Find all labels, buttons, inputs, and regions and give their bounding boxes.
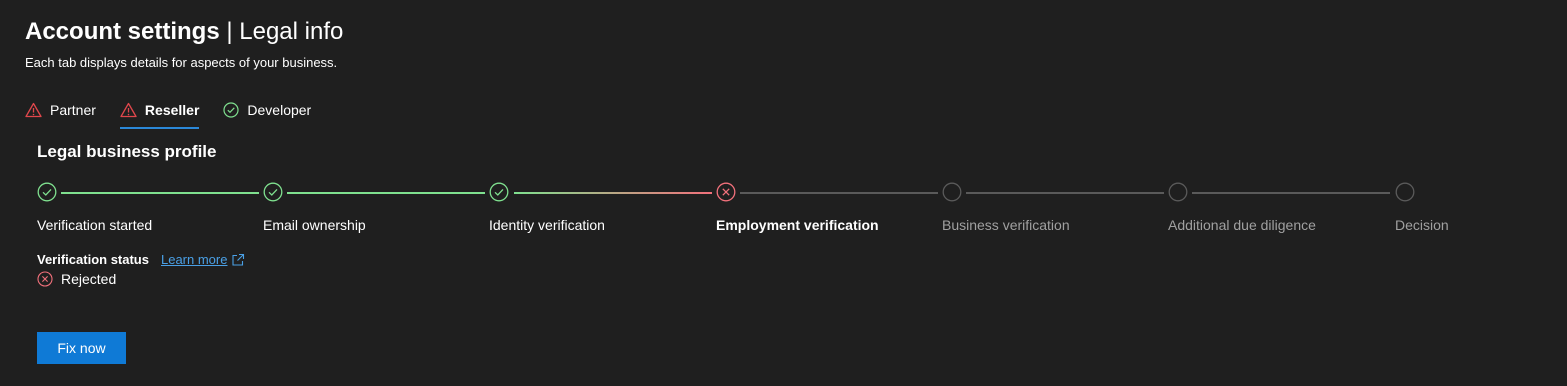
learn-more-text: Learn more [160,252,228,267]
verification-status: Verification status Learn more Rejected [37,252,245,287]
check-circle-icon [37,182,57,202]
verification-status-header: Verification status Learn more [37,252,245,267]
step-connector [287,192,485,194]
tab-developer[interactable]: Developer [223,96,311,124]
verification-status-value: Rejected [37,271,245,287]
page-title-separator: | [219,18,240,45]
step-employment-verification: Employment verification [716,182,879,233]
page-title: Account settings | Legal info [25,16,343,48]
warning-icon [25,102,42,118]
step-label: Decision [1395,217,1449,233]
step-label: Email ownership [263,217,366,233]
page-title-section: Legal info [239,18,344,45]
tab-label: Reseller [144,102,200,118]
step-additional-due-diligence: Additional due diligence [1168,182,1316,233]
error-circle-icon [37,271,53,287]
step-email-ownership: Email ownership [263,182,366,233]
page-subtitle: Each tab displays details for aspects of… [25,55,338,70]
empty-circle-icon [1395,182,1415,202]
legal-business-profile-title: Legal business profile [37,142,217,161]
step-label: Additional due diligence [1168,217,1316,233]
fix-now-button[interactable]: Fix now [37,332,126,364]
step-label: Business verification [942,217,1070,233]
warning-icon [120,102,137,118]
step-connector [966,192,1164,194]
step-decision: Decision [1395,182,1449,233]
check-circle-icon [263,182,283,202]
step-connector [740,192,938,194]
page-title-main: Account settings [25,18,220,45]
step-business-verification: Business verification [942,182,1070,233]
step-identity-verification: Identity verification [489,182,605,233]
legal-info-page: Account settings | Legal info Each tab d… [0,0,1567,386]
empty-circle-icon [1168,182,1188,202]
verification-status-label: Verification status [37,252,149,267]
account-tabs: Partner Reseller Developer [25,96,311,132]
check-circle-icon [489,182,509,202]
step-connector [61,192,259,194]
tab-label: Partner [50,102,96,118]
learn-more-link[interactable]: Learn more [161,252,245,267]
check-circle-icon [223,102,240,118]
step-connector [514,192,712,194]
step-label: Verification started [37,217,153,233]
status-text: Rejected [61,271,117,287]
tab-reseller[interactable]: Reseller [119,96,200,129]
error-circle-icon [716,182,736,202]
step-connector [1192,192,1390,194]
step-verification-started: Verification started [37,182,152,233]
external-link-icon [232,253,245,266]
tab-partner[interactable]: Partner [25,96,96,124]
verification-stepper: Verification started Email ownership Ide… [37,182,1537,242]
tab-label: Developer [247,102,312,118]
step-label: Employment verification [716,217,879,233]
empty-circle-icon [942,182,962,202]
step-label: Identity verification [489,217,605,233]
